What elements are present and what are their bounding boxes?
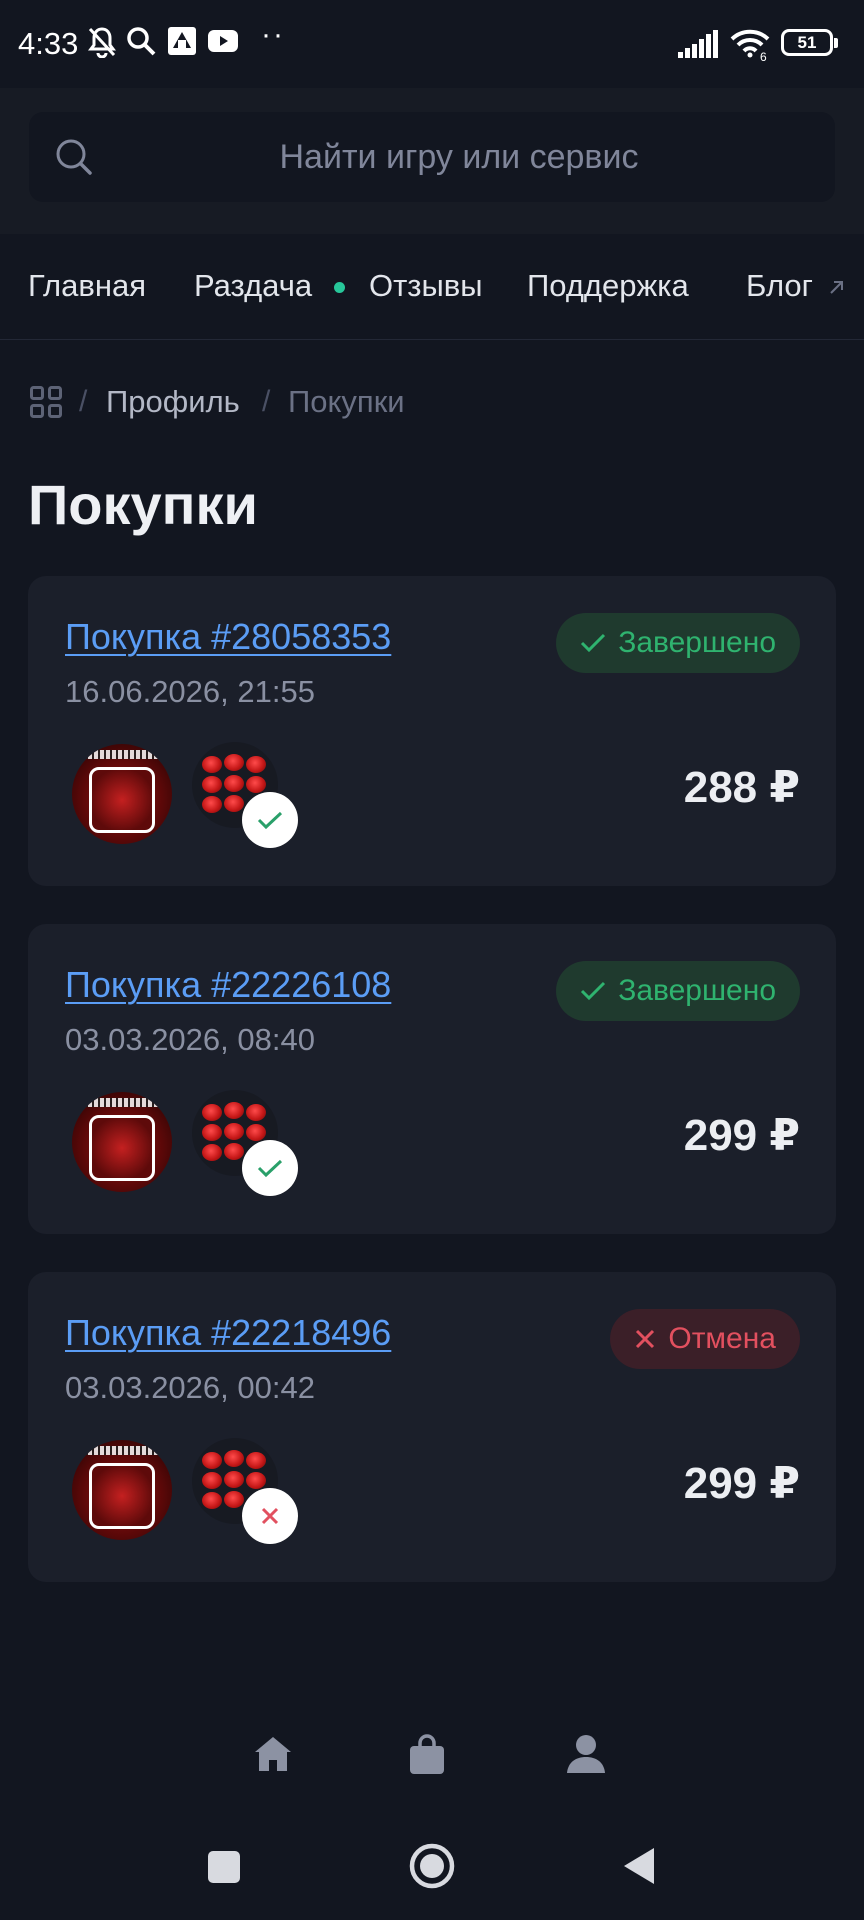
recents-button[interactable]: [207, 1850, 241, 1884]
shopping-bag-icon[interactable]: [407, 1734, 447, 1776]
status-bar: 4:33 ·· 6 51: [0, 0, 864, 88]
back-button[interactable]: [622, 1846, 656, 1886]
external-link-icon: [830, 281, 843, 294]
main-nav: Главная Раздача Отзывы Поддержка Блог: [0, 234, 864, 340]
signal-icon: [678, 30, 718, 58]
breadcrumb-separator: /: [262, 385, 271, 418]
app-icon: [168, 27, 196, 55]
game-thumbnail[interactable]: [72, 744, 172, 844]
wifi-badge: 6: [760, 50, 767, 64]
order-link[interactable]: Покупка #28058353: [65, 616, 391, 658]
nav-item-reviews[interactable]: Отзывы: [369, 268, 483, 304]
giveaway-indicator-dot: [334, 282, 345, 293]
order-price: 299 ₽: [683, 1111, 800, 1160]
battery-level: 51: [797, 33, 817, 52]
profile-icon[interactable]: [565, 1734, 607, 1774]
check-icon: [257, 811, 283, 830]
nav-item-blog[interactable]: Блог: [746, 268, 813, 304]
page-title: Покупки: [28, 473, 258, 536]
order-link[interactable]: Покупка #22226108: [65, 964, 391, 1006]
youtube-icon: [208, 30, 238, 52]
close-icon: [636, 1329, 655, 1349]
status-label: Завершено: [618, 626, 776, 659]
check-icon: [581, 633, 606, 653]
game-thumbnail[interactable]: [72, 1092, 172, 1192]
nav-item-home[interactable]: Главная: [28, 268, 146, 304]
order-card: Покупка #28058353 16.06.2026, 21:55 Заве…: [28, 576, 836, 886]
delivered-check-badge: [242, 792, 298, 848]
status-label: Отмена: [668, 1322, 776, 1355]
grid-icon[interactable]: [30, 386, 62, 418]
nav-item-giveaway[interactable]: Раздача: [194, 268, 312, 304]
home-button[interactable]: [408, 1842, 456, 1890]
search-box[interactable]: [29, 112, 835, 202]
order-card: Покупка #22218496 03.03.2026, 00:42 Отме…: [28, 1272, 836, 1582]
order-price: 288 ₽: [683, 763, 800, 812]
status-time: 4:33: [18, 26, 79, 61]
check-icon: [257, 1159, 283, 1178]
check-icon: [581, 981, 606, 1001]
order-date: 16.06.2026, 21:55: [65, 674, 315, 709]
close-icon: [261, 1507, 279, 1525]
breadcrumb-profile[interactable]: Профиль: [106, 384, 240, 420]
battery-icon: 51: [781, 29, 838, 56]
more-notifications: ··: [261, 18, 285, 51]
search-input[interactable]: [99, 112, 819, 202]
search-icon: [56, 139, 92, 175]
search-header: [0, 88, 864, 234]
breadcrumb-separator: /: [79, 385, 88, 418]
order-price: 299 ₽: [683, 1459, 800, 1508]
order-date: 03.03.2026, 08:40: [65, 1022, 315, 1057]
nav-item-support[interactable]: Поддержка: [527, 268, 689, 304]
mute-bell-icon: [88, 27, 116, 58]
game-thumbnail[interactable]: [72, 1440, 172, 1540]
status-badge: Завершено: [556, 961, 800, 1021]
breadcrumb-purchases: Покупки: [288, 384, 405, 419]
home-icon[interactable]: [252, 1734, 294, 1774]
order-link[interactable]: Покупка #22218496: [65, 1312, 391, 1354]
order-date: 03.03.2026, 00:42: [65, 1370, 315, 1405]
status-search-icon: [127, 27, 156, 56]
order-card: Покупка #22226108 03.03.2026, 08:40 Заве…: [28, 924, 836, 1234]
delivered-check-badge: [242, 1140, 298, 1196]
cancelled-x-badge: [242, 1488, 298, 1544]
status-badge: Завершено: [556, 613, 800, 673]
status-badge: Отмена: [610, 1309, 800, 1369]
status-label: Завершено: [618, 974, 776, 1007]
